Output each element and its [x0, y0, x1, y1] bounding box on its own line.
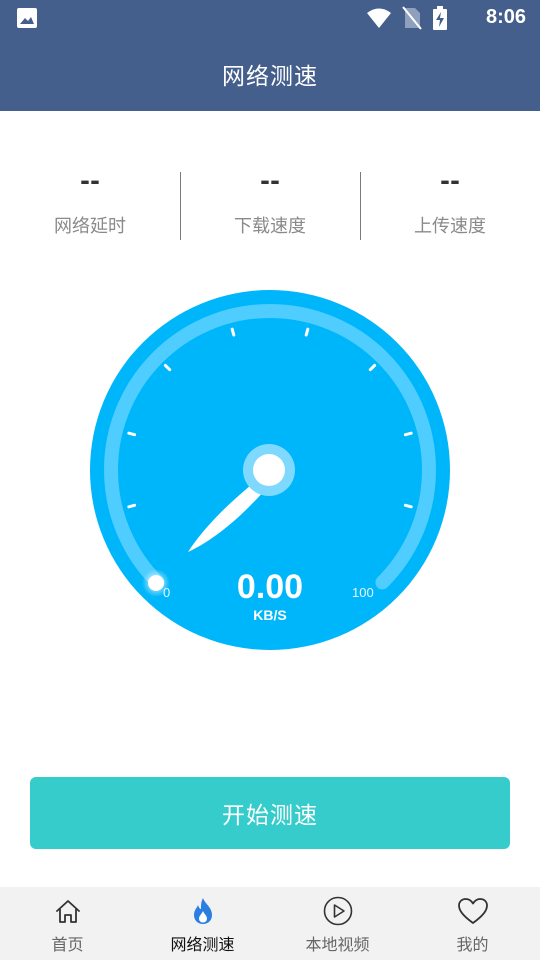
nav-item-local-video[interactable]: 本地视频	[270, 887, 405, 960]
upload-label: 上传速度	[414, 216, 486, 237]
nav-item-me[interactable]: 我的	[405, 887, 540, 960]
battery-charging-icon	[432, 6, 448, 34]
start-test-button[interactable]: 开始测速	[30, 777, 510, 849]
latency-label: 网络延时	[54, 216, 126, 237]
no-sim-icon	[402, 6, 422, 34]
nav-label-me: 我的	[456, 935, 489, 954]
heart-icon	[457, 895, 489, 927]
page-title: 网络测速	[222, 63, 318, 90]
nav-item-speed-test[interactable]: 网络测速	[135, 887, 270, 960]
metrics-row: -- 网络延时 -- 下载速度 -- 上传速度	[0, 164, 540, 250]
latency-value: --	[80, 167, 100, 195]
nav-label-local-video: 本地视频	[305, 935, 370, 954]
upload-metric: -- 上传速度	[360, 164, 540, 250]
gallery-notification-icon	[16, 7, 38, 33]
nav-label-speed-test: 网络测速	[170, 935, 235, 954]
nav-label-home: 首页	[51, 935, 84, 954]
upload-value: --	[440, 167, 460, 195]
nav-item-home[interactable]: 首页	[0, 887, 135, 960]
status-time: 8:06	[485, 6, 526, 28]
download-metric: -- 下载速度	[180, 164, 360, 250]
download-label: 下载速度	[234, 216, 306, 237]
bottom-nav: 首页 网络测速 本地视频 我的	[0, 887, 540, 960]
flame-icon	[191, 895, 215, 927]
speed-unit: KB/S	[253, 607, 287, 623]
latency-metric: -- 网络延时	[0, 164, 180, 250]
app-bar: 网络测速	[0, 36, 540, 111]
play-circle-icon	[323, 895, 353, 927]
status-bar: 8:06	[0, 0, 540, 36]
wifi-icon	[366, 7, 392, 33]
gauge-hub	[253, 454, 285, 486]
speed-value: 0.00	[236, 568, 304, 606]
home-icon	[54, 895, 82, 927]
speed-gauge: 0 100 0.00 KB/S	[90, 290, 450, 650]
download-value: --	[260, 167, 280, 195]
